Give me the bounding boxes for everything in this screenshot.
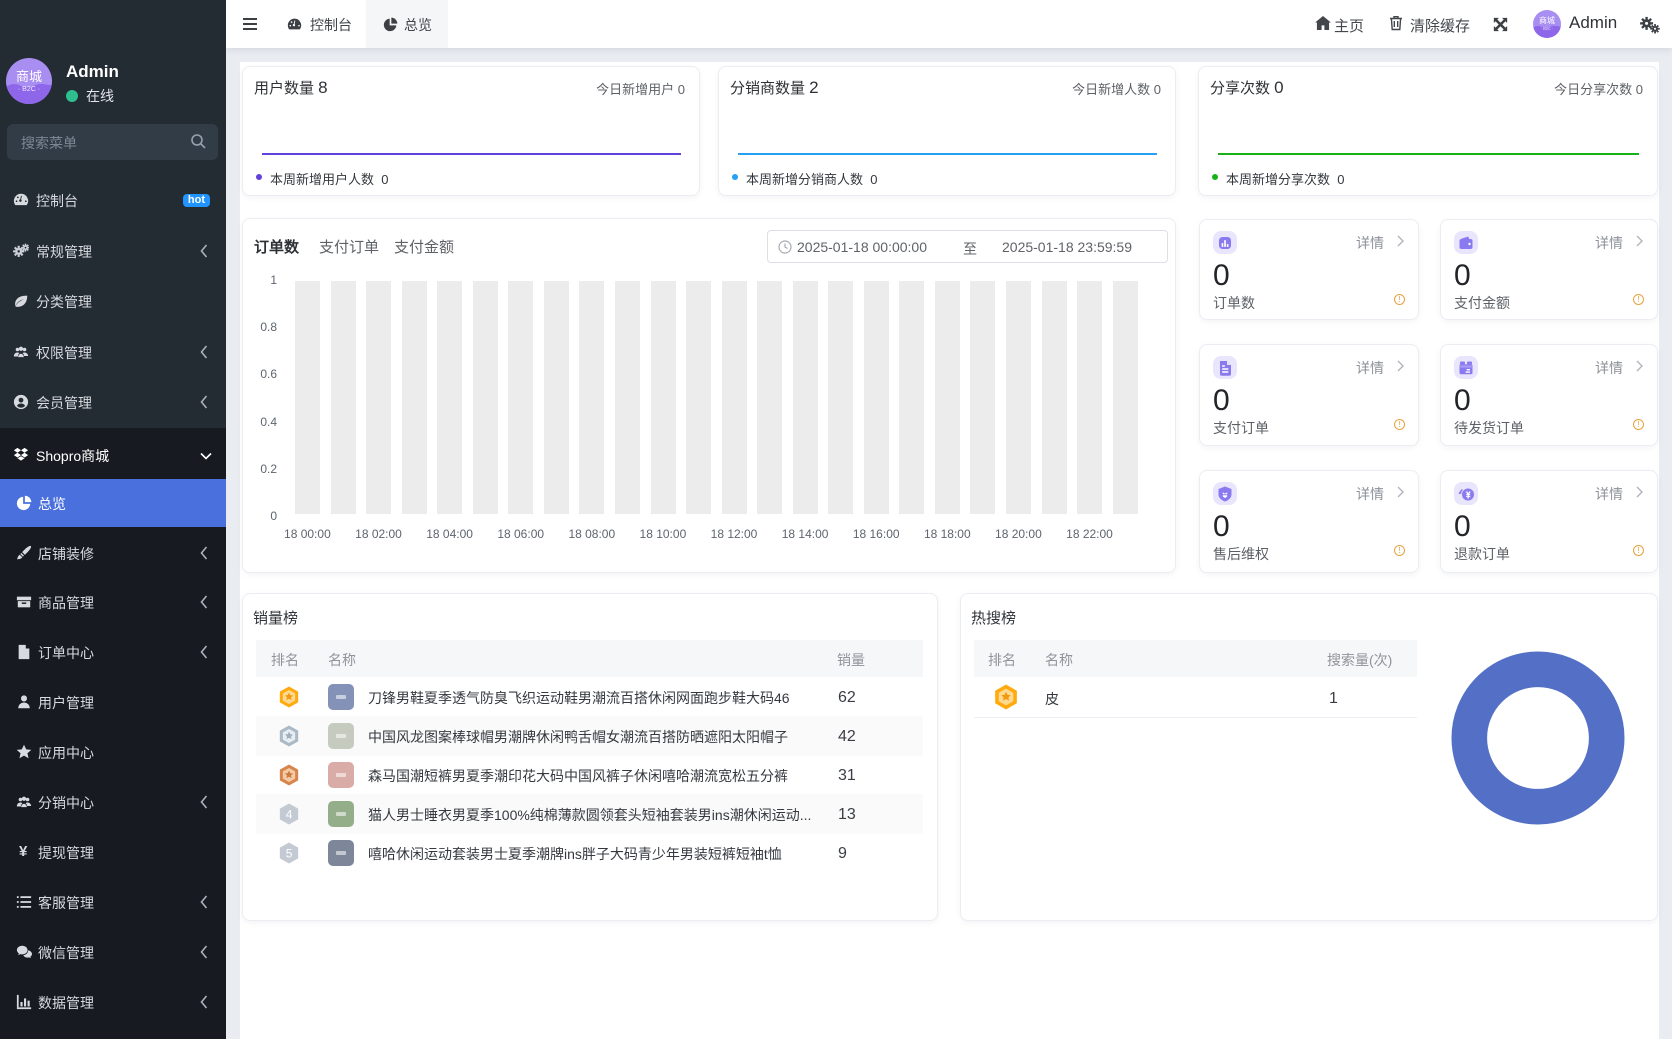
svg-text:4: 4 bbox=[286, 807, 293, 821]
svg-text:5: 5 bbox=[286, 846, 293, 860]
